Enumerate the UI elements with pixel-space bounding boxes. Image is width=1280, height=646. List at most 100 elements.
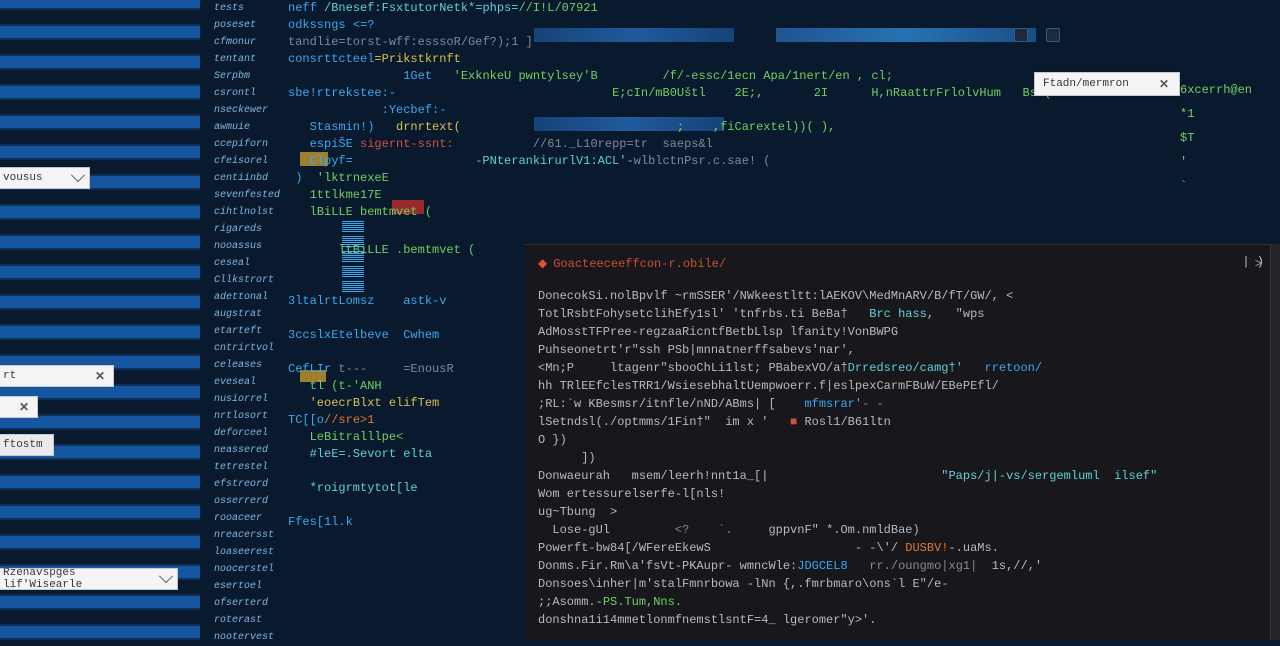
popup-input[interactable]: rt ✕: [0, 365, 114, 387]
popup-label: ftostm: [3, 439, 43, 451]
sidebar-item[interactable]: cihtlnolst: [214, 204, 284, 221]
gutter-text: `: [1180, 174, 1280, 198]
warning-icon: ◆: [538, 255, 547, 273]
code-line: neff /Bnesef:FsxtutorNetk*=phps=//I!L/07…: [288, 0, 1280, 17]
code-line: 3ltalrtLomsz astk-v: [288, 293, 518, 310]
dropdown-label: Rzenavspges lif'Wisearle: [3, 567, 161, 591]
sidebar-item[interactable]: nusiorrel: [214, 391, 284, 408]
chevron-down-icon: [71, 168, 85, 182]
sidebar-item[interactable]: esertoel: [214, 578, 284, 595]
toolbar-icons: [1014, 28, 1060, 42]
sidebar-item[interactable]: sevenfested: [214, 187, 284, 204]
code-line: 'eoecrBlxt elifTem: [288, 395, 518, 412]
sidebar-item[interactable]: nseckewer: [214, 102, 284, 119]
sidebar-file-list[interactable]: testsposesetcfmonurtentantSerpbmcsrontln…: [214, 0, 284, 646]
terminal-scrollbar[interactable]: [1270, 244, 1280, 640]
sidebar-item[interactable]: tetrestel: [214, 459, 284, 476]
sidebar-item[interactable]: ceseal: [214, 255, 284, 272]
sidebar-item[interactable]: ofserterd: [214, 595, 284, 612]
terminal-line: ]): [538, 449, 1262, 467]
background-stripes-left: [0, 0, 200, 640]
code-editor-lower[interactable]: ltBiLLE .bemtmvet ( 3ltalrtLomsz astk-v3…: [288, 242, 518, 548]
code-line: TC[[o//sre>1: [288, 412, 518, 429]
sidebar-item[interactable]: csrontl: [214, 85, 284, 102]
sidebar-item[interactable]: cntrirtvol: [214, 340, 284, 357]
terminal-line: Wom ertessurelserfe-l[nls!: [538, 485, 1262, 503]
dropdown-bottom[interactable]: Rzenavspges lif'Wisearle: [0, 568, 178, 590]
sidebar-item[interactable]: awmuie: [214, 119, 284, 136]
code-line: [288, 310, 518, 327]
terminal-line: Puhseonetrt'r"ssh PSb|mnnatnerffsabevs'n…: [538, 341, 1262, 359]
terminal-line: lSetndsl(./optmms/1Fin†" im x ' ■ Rosl1/…: [538, 413, 1262, 431]
popup-status: ftostm: [0, 434, 54, 456]
code-line: ltBiLLE .bemtmvet (: [288, 242, 518, 259]
sidebar-item[interactable]: eveseal: [214, 374, 284, 391]
terminal-line: donshna1i14mmetlonmfnemstlsntF=4_ lgerom…: [538, 611, 1262, 629]
popup-label: rt: [3, 370, 16, 382]
code-line: [288, 463, 518, 480]
sidebar-item[interactable]: adettonal: [214, 289, 284, 306]
sidebar-item[interactable]: poseset: [214, 17, 284, 34]
code-line: [288, 497, 518, 514]
sidebar-item[interactable]: ccepiforn: [214, 136, 284, 153]
code-line: [288, 344, 518, 361]
sidebar-item[interactable]: celeases: [214, 357, 284, 374]
code-line: tl (t-'ANH: [288, 378, 518, 395]
code-line: Clpyf= -PNterankirurlV1:ACL'-wlblctnPsr.…: [288, 153, 1280, 170]
sidebar-item[interactable]: cfeisorel: [214, 153, 284, 170]
sidebar-item[interactable]: osserrerd: [214, 493, 284, 510]
close-icon[interactable]: ✕: [93, 369, 107, 383]
sidebar-item[interactable]: roterast: [214, 612, 284, 629]
close-icon[interactable]: ✕: [17, 400, 31, 414]
gutter-text: $T: [1180, 126, 1280, 150]
toolbar-icon[interactable]: [1014, 28, 1028, 42]
sidebar-item[interactable]: centiinbd: [214, 170, 284, 187]
terminal-line: <Mn;P ltagenr"sbooChLi1lst; PBabexVO/a†D…: [538, 359, 1262, 377]
terminal-actions[interactable]: | ): [1242, 253, 1264, 271]
sidebar-item[interactable]: neassered: [214, 442, 284, 459]
chevron-down-icon: [159, 569, 173, 583]
sidebar-item[interactable]: tentant: [214, 51, 284, 68]
sidebar-item[interactable]: augstrat: [214, 306, 284, 323]
sidebar-item[interactable]: Cllkstrort: [214, 272, 284, 289]
sidebar-item[interactable]: etarteft: [214, 323, 284, 340]
code-line: lBiLLE bemtmvet (: [288, 204, 1280, 221]
sidebar-item[interactable]: rigareds: [214, 221, 284, 238]
terminal-line: Powerft-bw84[/WFereEkewS - -\'/ DUSBV!-.…: [538, 539, 1262, 557]
terminal-split-icon[interactable]: | ): [1242, 255, 1264, 269]
code-line: Ffes[1l.k: [288, 514, 518, 531]
code-line: [288, 259, 518, 276]
sidebar-item[interactable]: loaseerest: [214, 544, 284, 561]
terminal-panel[interactable]: ◆ Goacteeceeffcon-r.obile/ > DonecokSi.n…: [524, 244, 1276, 640]
sidebar-item[interactable]: nooassus: [214, 238, 284, 255]
code-line: *roigrmtytot[le: [288, 480, 518, 497]
code-line: #leE=.Sevort elta: [288, 446, 518, 463]
sidebar-item[interactable]: nrtlosort: [214, 408, 284, 425]
terminal-line: ;RL:`w KBesmsr/itnfle/nND/ABms| [ mfmsra…: [538, 395, 1262, 413]
terminal-line: O }): [538, 431, 1262, 449]
code-editor[interactable]: neff /Bnesef:FsxtutorNetk*=phps=//I!L/07…: [288, 0, 1280, 240]
sidebar-item[interactable]: nootervest: [214, 629, 284, 646]
right-gutter-code: 6xcerrh@en*1$T'`: [1180, 78, 1280, 198]
gutter-text: ': [1180, 150, 1280, 174]
find-popup[interactable]: Ftadn/mermron ✕: [1034, 72, 1180, 96]
terminal-line: Donwaeurah msem/leerh!nnt1a_[| "Paps/j|-…: [538, 467, 1262, 485]
sidebar-item[interactable]: deforceel: [214, 425, 284, 442]
terminal-line: Lose-gUl <? `. gppvnF" *.Om.nmldBae): [538, 521, 1262, 539]
toolbar-icon[interactable]: [1046, 28, 1060, 42]
sidebar-item[interactable]: tests: [214, 0, 284, 17]
sidebar-item[interactable]: noocerstel: [214, 561, 284, 578]
terminal-line: Donsoes\inher|m'stalFmnrbowa -lNn {,.fmr…: [538, 575, 1262, 593]
terminal-line: ug~Tbung >: [538, 503, 1262, 521]
dropdown-filter[interactable]: vousus: [0, 167, 90, 189]
sidebar-item[interactable]: efstreord: [214, 476, 284, 493]
terminal-line: hh TRlEEfclesTRR1/WsiesebhaltUempwoerr.f…: [538, 377, 1262, 395]
gutter-text: *1: [1180, 102, 1280, 126]
sidebar-item[interactable]: nreacersst: [214, 527, 284, 544]
sidebar-item[interactable]: rooaceer: [214, 510, 284, 527]
close-icon[interactable]: ✕: [1157, 77, 1171, 91]
popup-input-collapsed[interactable]: ✕: [0, 396, 38, 418]
find-input-text[interactable]: Ftadn/mermron: [1043, 78, 1129, 90]
sidebar-item[interactable]: Serpbm: [214, 68, 284, 85]
sidebar-item[interactable]: cfmonur: [214, 34, 284, 51]
